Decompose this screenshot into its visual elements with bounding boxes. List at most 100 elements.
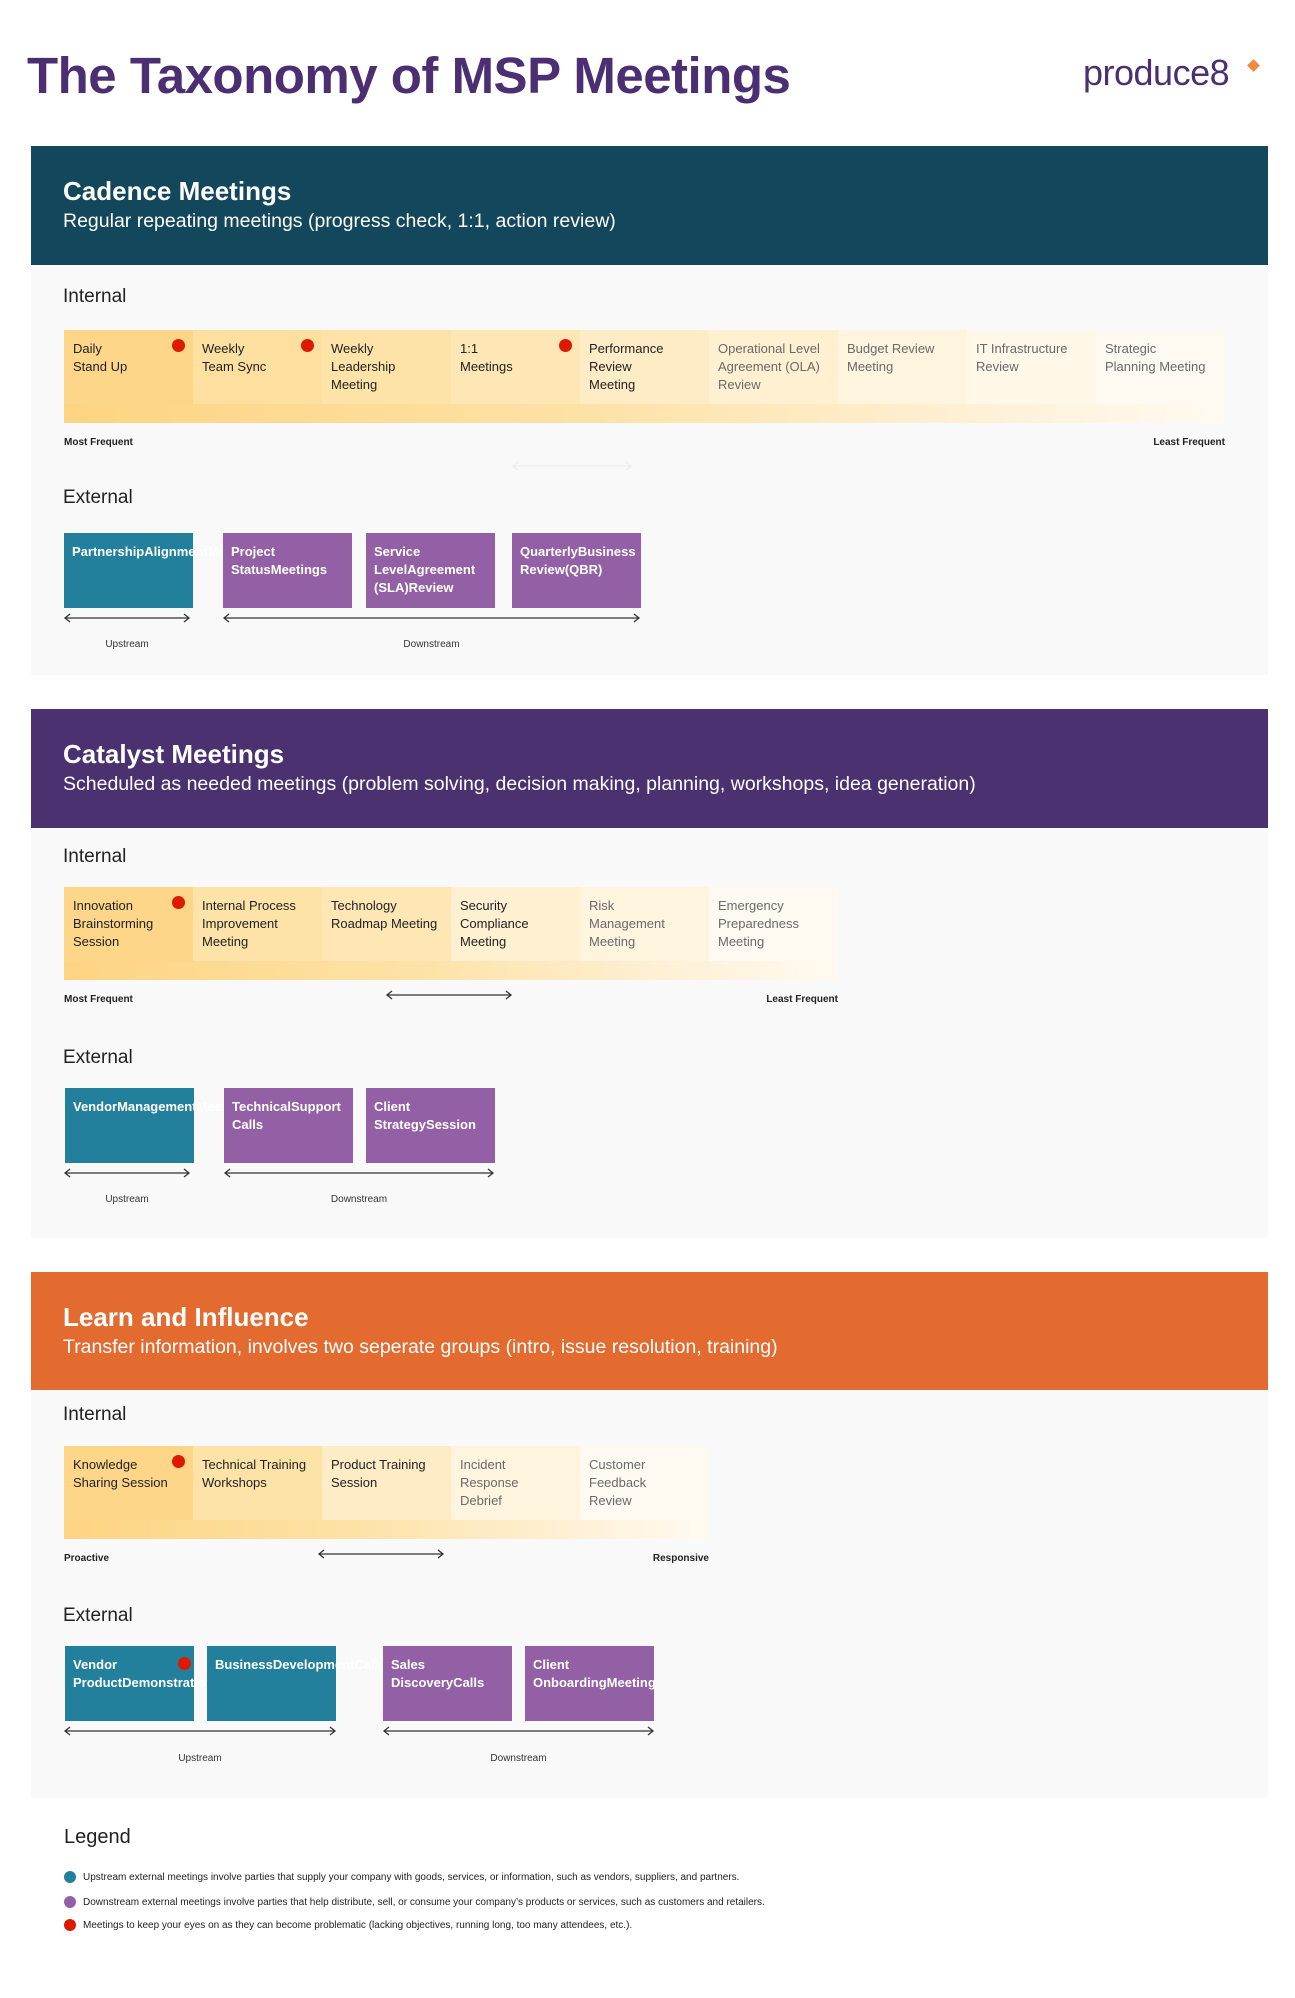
card-label-line: Review xyxy=(408,580,454,595)
internal-meeting-card[interactable]: IT Infrastructure Review xyxy=(967,330,1096,404)
card-label-line: Vendor xyxy=(73,1099,118,1114)
downstream-meeting-card[interactable]: Client StrategySession xyxy=(366,1088,495,1163)
card-label-line: Roadmap Meeting xyxy=(331,916,438,931)
card-label-line: Meeting xyxy=(589,377,636,392)
axis-label-left: Most Frequent xyxy=(64,994,133,1005)
card-label-line: Management xyxy=(589,916,665,931)
card-label-line: Business xyxy=(215,1657,273,1672)
card-label-line: Meeting xyxy=(331,377,378,392)
downstream-meeting-card[interactable]: TechnicalSupport Calls xyxy=(224,1088,353,1163)
red-flag-dot-icon xyxy=(559,339,572,352)
card-label-line: Performance xyxy=(589,341,664,356)
upstream-meeting-card[interactable]: Vendor ProductDemonstrations xyxy=(65,1646,221,1721)
card-label-line: Security xyxy=(460,898,507,913)
internal-meeting-card[interactable]: Security Compliance Meeting xyxy=(451,887,580,961)
card-label-line: Risk xyxy=(589,898,615,913)
internal-meeting-card[interactable]: Daily Stand Up xyxy=(64,330,193,404)
internal-label: Internal xyxy=(63,846,127,867)
red-flag-dot-icon xyxy=(172,1455,185,1468)
card-label-line: Planning Meeting xyxy=(1105,359,1206,374)
downstream-meeting-card[interactable]: Project StatusMeetings xyxy=(223,533,352,608)
card-label-line: Emergency xyxy=(718,898,784,913)
red-flag-dot-icon xyxy=(301,339,314,352)
card-label-line: Technical xyxy=(232,1099,292,1114)
upstream-range-arrow-icon xyxy=(63,1168,191,1178)
card-label-line: Meeting xyxy=(202,934,249,949)
internal-meeting-card[interactable]: Weekly Team Sync xyxy=(193,330,322,404)
card-label-line: Feedback xyxy=(589,1475,647,1490)
section-header-cadence: Cadence Meetings Regular repeating meetin… xyxy=(31,146,1268,265)
legend-text: Meetings to keep your eyes on as they ca… xyxy=(83,1919,633,1931)
internal-meeting-card[interactable]: Innovation Brainstorming Session xyxy=(64,887,193,961)
card-label-line: Improvement xyxy=(202,916,278,931)
card-label-line: Management xyxy=(117,1099,197,1114)
internal-meeting-card[interactable]: Emergency Preparedness Meeting xyxy=(709,887,838,961)
card-label-line: Alignment xyxy=(144,544,208,559)
axis-label-left: Most Frequent xyxy=(64,437,133,448)
upstream-range-arrow-icon xyxy=(63,613,191,623)
internal-label: Internal xyxy=(63,286,127,307)
internal-meeting-card[interactable]: Technical Training Workshops xyxy=(193,1446,322,1520)
card-label-line: Innovation xyxy=(73,898,133,913)
card-label-line: Meeting xyxy=(589,934,636,949)
card-label-line: Technology xyxy=(331,898,397,913)
internal-meetings-strip: Knowledge Sharing Session Technical Traini… xyxy=(64,1446,709,1539)
card-label-line: Incident xyxy=(460,1457,506,1472)
upstream-range-arrow-icon xyxy=(63,1726,337,1736)
downstream-range-arrow-icon xyxy=(223,1168,495,1178)
internal-meetings-strip: Daily Stand Up Weekly Team Sync Weekly Leader… xyxy=(64,330,1225,423)
card-label-line: Leadership xyxy=(331,359,396,374)
external-label: External xyxy=(63,487,133,508)
card-label-line: Vendor Product xyxy=(73,1657,123,1690)
card-label-line: Meeting xyxy=(460,934,507,949)
card-label-line: Meeting xyxy=(718,934,765,949)
card-label-line: Session xyxy=(426,1117,476,1132)
internal-meeting-card[interactable]: Technology Roadmap Meeting xyxy=(322,887,451,961)
downstream-range-arrow-icon xyxy=(222,613,641,623)
internal-meeting-card[interactable]: Product Training Session xyxy=(322,1446,451,1520)
card-label-line: Workshops xyxy=(202,1475,267,1490)
internal-meeting-card[interactable]: Knowledge Sharing Session xyxy=(64,1446,193,1520)
upstream-label: Upstream xyxy=(105,1194,149,1205)
downstream-meeting-card[interactable]: Sales DiscoveryCalls xyxy=(383,1646,512,1721)
section-panel-cadence xyxy=(31,265,1268,675)
card-label-line: Team Sync xyxy=(202,359,267,374)
external-label: External xyxy=(63,1047,133,1068)
internal-meeting-card[interactable]: Strategic Planning Meeting xyxy=(1096,330,1225,404)
internal-meeting-card[interactable]: Weekly Leadership Meeting xyxy=(322,330,451,404)
card-label-line: Review xyxy=(589,359,632,374)
internal-meeting-card[interactable]: Incident Response Debrief xyxy=(451,1446,580,1520)
card-label-line: Weekly xyxy=(331,341,374,356)
card-label-line: Stand Up xyxy=(73,359,128,374)
card-label-line: Strategic xyxy=(1105,341,1157,356)
internal-meeting-card[interactable]: Budget Review Meeting xyxy=(838,330,967,404)
card-label-line: Daily xyxy=(73,341,102,356)
downstream-meeting-card[interactable]: QuarterlyBusiness Review(QBR) xyxy=(512,533,641,608)
card-label-line: Session xyxy=(73,934,120,949)
produce8-logo: produce8 xyxy=(1083,52,1230,93)
card-label-line: Development xyxy=(272,1657,355,1672)
page-title: The Taxonomy of MSP Meetings xyxy=(27,47,791,104)
internal-meeting-card[interactable]: 1:1 Meetings xyxy=(451,330,580,404)
upstream-meeting-card[interactable]: PartnershipAlignmentMeetings xyxy=(64,533,264,608)
axis-label-left: Proactive xyxy=(64,1553,110,1564)
upstream-meeting-card[interactable]: BusinessDevelopmentCalls xyxy=(207,1646,386,1721)
internal-meeting-card[interactable]: Operational Level Agreement (OLA) Review xyxy=(709,330,838,404)
card-label-line: Review xyxy=(718,377,761,392)
downstream-meeting-card[interactable]: Service LevelAgreement (SLA)Review xyxy=(366,533,495,608)
section-header-catalyst: Catalyst Meetings Scheduled as needed mee… xyxy=(31,709,1268,828)
internal-meeting-card[interactable]: Risk Management Meeting xyxy=(580,887,709,961)
section-header-learn: Learn and Influence Transfer information,… xyxy=(31,1272,1268,1390)
card-label-line: Client Strategy xyxy=(374,1099,427,1132)
card-label-line: Quarterly xyxy=(520,544,578,559)
internal-meeting-card[interactable]: Customer Feedback Review xyxy=(580,1446,709,1520)
internal-meeting-card[interactable]: Internal Process Improvement Meeting xyxy=(193,887,322,961)
downstream-meeting-card[interactable]: Client OnboardingMeeting xyxy=(525,1646,656,1721)
upstream-dot-icon xyxy=(64,1871,76,1883)
card-label-line: Project Status xyxy=(231,544,276,577)
internal-meeting-card[interactable]: Performance Review Meeting xyxy=(580,330,709,404)
red-flag-dot-icon xyxy=(172,896,185,909)
card-label-line: Sales Discovery xyxy=(391,1657,454,1690)
upstream-meeting-card[interactable]: VendorManagementMeeting xyxy=(65,1088,246,1163)
axis-label-right: Least Frequent xyxy=(1153,437,1225,448)
